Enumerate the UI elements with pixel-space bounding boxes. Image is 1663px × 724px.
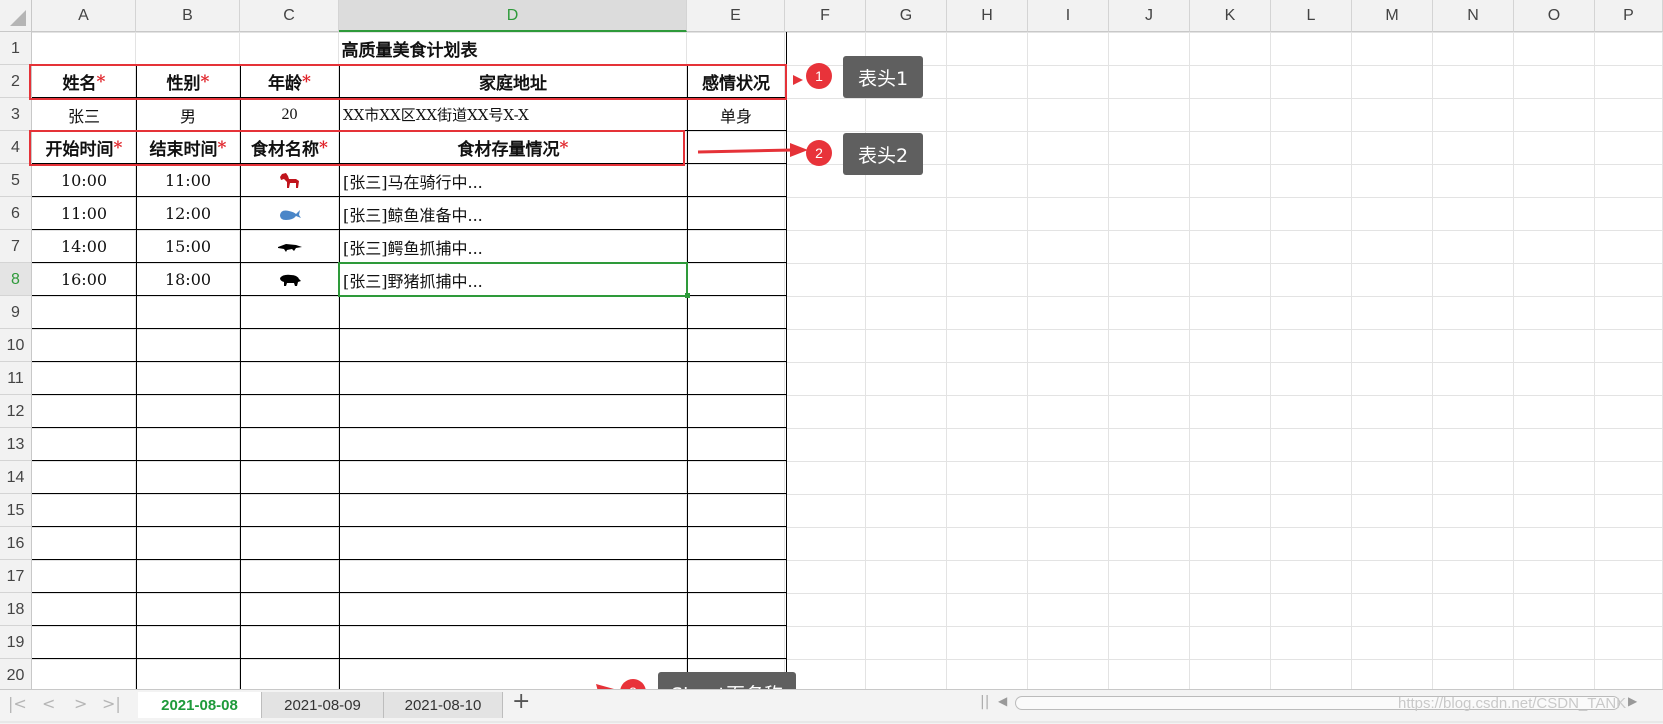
annotation-arrows — [509, 75, 808, 714]
spreadsheet: ABCDEFGHIJKLMNOP 1 2 3 4 5 6 7 8 9 10 11 12 13 14 15 16… — [0, 0, 1663, 724]
scroll-split-handle[interactable]: || — [980, 694, 989, 710]
first-sheet-icon[interactable]: |< — [8, 694, 27, 713]
sheet-tab[interactable]: 2021-08-10 — [384, 692, 503, 718]
annotation-callout-1: 表头1 — [843, 56, 923, 98]
scroll-left-icon[interactable]: ◀ — [998, 694, 1007, 708]
prev-sheet-icon[interactable]: < — [42, 694, 55, 713]
annotation-callout-2: 表头2 — [843, 133, 923, 175]
add-sheet-button[interactable]: + — [512, 689, 530, 714]
last-sheet-icon[interactable]: >| — [102, 694, 121, 713]
annotation-badge-2: 2 — [806, 140, 832, 166]
sheet-tab[interactable]: 2021-08-09 — [262, 692, 384, 718]
next-sheet-icon[interactable]: > — [74, 694, 87, 713]
sheet-tab[interactable]: 2021-08-08 — [138, 692, 262, 718]
annotation-badge-1: 1 — [806, 63, 832, 89]
watermark: https://blog.csdn.net/CSDN_TANK — [1398, 695, 1627, 712]
scroll-right-icon[interactable]: ▶ — [1628, 694, 1637, 708]
